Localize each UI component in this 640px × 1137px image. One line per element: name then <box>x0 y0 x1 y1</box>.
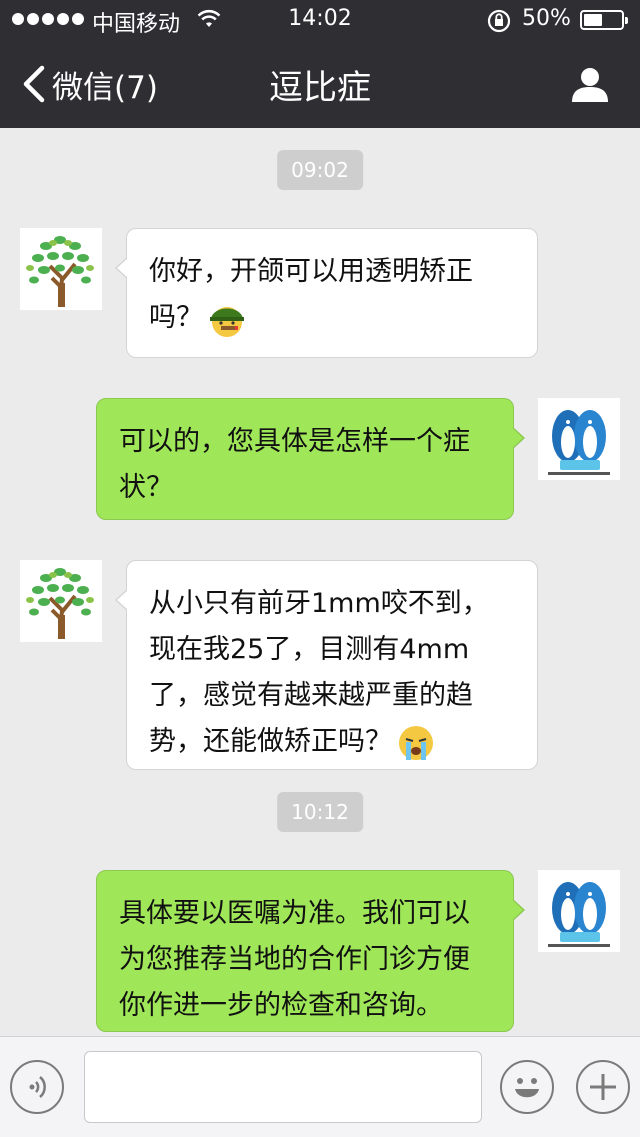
input-toolbar <box>0 1036 640 1137</box>
user-avatar[interactable] <box>20 228 102 310</box>
message-bubble-outgoing[interactable]: 具体要以医嘱为准。我们可以 为您推荐当地的合作门诊方便 你作进一步的检查和咨询。 <box>96 870 525 1032</box>
crying-emoji <box>399 725 433 760</box>
tree-avatar-icon <box>20 560 102 642</box>
message-input[interactable] <box>84 1051 482 1123</box>
penguin-logo-avatar-icon <box>538 870 620 952</box>
voice-icon <box>29 1076 46 1098</box>
battery-icon <box>580 10 628 30</box>
plus-icon <box>590 1074 616 1100</box>
rotation-lock-icon <box>487 9 511 33</box>
top-bar: 中国移动 14:02 50% 微信(7) 逗比症 <box>0 0 640 128</box>
tree-avatar-icon <box>20 228 102 310</box>
message-bubble-outgoing[interactable]: 可以的，您具体是怎样一个症 状？ <box>96 398 525 520</box>
agent-avatar[interactable] <box>538 398 620 480</box>
message-line: 为您推荐当地的合作门诊方便 <box>119 944 470 975</box>
message-line: 可以的，您具体是怎样一个症 <box>119 426 470 457</box>
message-line-with-emoji: 势，还能做矫正吗？ <box>149 719 515 765</box>
timestamp: 09:02 <box>277 150 363 190</box>
user-avatar[interactable] <box>20 560 102 642</box>
person-icon[interactable] <box>570 64 610 104</box>
cigar-soldier-emoji <box>210 306 244 337</box>
penguin-logo-avatar-icon <box>538 398 620 480</box>
smiley-icon <box>515 1078 539 1098</box>
message-line: 现在我25了，目测有4mm <box>149 634 470 665</box>
message-text: 吗？ <box>149 302 203 333</box>
message-line: 了，感觉有越来越严重的趋 <box>149 680 473 711</box>
message-line: 你好，开颌可以用透明矫正 <box>149 256 473 287</box>
agent-avatar[interactable] <box>538 870 620 952</box>
chat-area[interactable]: 09:02 你好，开颌可以用透明矫正 吗？ 可以的，您具体是怎样一个症 状？ 从… <box>0 128 640 1036</box>
message-line: 从小只有前牙1mm咬不到， <box>149 588 489 619</box>
message-line: 具体要以医嘱为准。我们可以 <box>119 898 470 929</box>
message-line: 你作进一步的检查和咨询。 <box>119 990 443 1021</box>
status-bar: 中国移动 14:02 50% <box>0 0 640 40</box>
timestamp: 10:12 <box>277 792 363 832</box>
chat-title: 逗比症 <box>269 68 371 108</box>
message-line: 状？ <box>119 472 173 503</box>
message-text: 势，还能做矫正吗？ <box>149 726 392 757</box>
voice-button[interactable] <box>10 1060 64 1114</box>
more-button[interactable] <box>576 1060 630 1114</box>
emoji-button[interactable] <box>500 1060 554 1114</box>
message-line-with-emoji: 吗？ <box>149 295 515 341</box>
message-bubble-incoming[interactable]: 你好，开颌可以用透明矫正 吗？ <box>115 228 538 358</box>
battery-percent: 50% <box>522 6 571 31</box>
message-bubble-incoming[interactable]: 从小只有前牙1mm咬不到， 现在我25了，目测有4mm 了，感觉有越来越严重的趋… <box>115 560 538 770</box>
